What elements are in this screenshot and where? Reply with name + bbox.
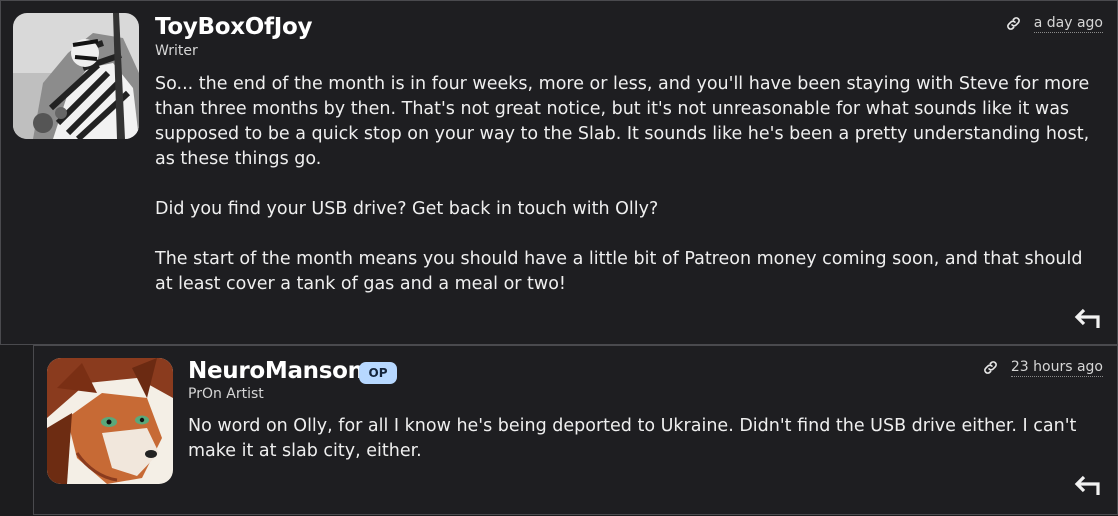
comment-body: No word on Olly, for all I know he's bei… xyxy=(188,414,1088,464)
red-fox-character-avatar xyxy=(47,358,173,484)
op-badge: OP xyxy=(359,362,397,384)
comment-toyboxofjoy: ToyBoxOfJoy Writer a day ago So... the e… xyxy=(0,0,1118,345)
grayscale-striped-character-avatar xyxy=(13,13,139,139)
comment-body: So... the end of the month is in four we… xyxy=(155,72,1105,297)
comment-paragraph: The start of the month means you should … xyxy=(155,249,1083,294)
avatar[interactable] xyxy=(47,358,173,484)
avatar[interactable] xyxy=(13,13,139,139)
comment-paragraph: No word on Olly, for all I know he's bei… xyxy=(188,416,1077,461)
reply-arrow-icon xyxy=(1074,475,1100,495)
link-icon[interactable] xyxy=(1005,15,1022,32)
comment-paragraph: So... the end of the month is in four we… xyxy=(155,74,1090,169)
reply-arrow-icon xyxy=(1074,308,1100,328)
comment-paragraph: Did you find your USB drive? Get back in… xyxy=(155,199,659,219)
reply-button[interactable] xyxy=(1073,474,1101,496)
comment-meta: a day ago xyxy=(1005,14,1103,33)
author-role: PrOn Artist xyxy=(188,386,264,402)
comment-neuromanson: NeuroManson OP PrOn Artist 23 hours ago … xyxy=(33,345,1118,515)
reply-button[interactable] xyxy=(1073,307,1101,329)
comment-meta: 23 hours ago xyxy=(982,358,1103,377)
link-icon[interactable] xyxy=(982,359,999,376)
comment-author[interactable]: NeuroManson xyxy=(188,358,364,384)
timestamp[interactable]: 23 hours ago xyxy=(1010,358,1103,377)
comment-author[interactable]: ToyBoxOfJoy xyxy=(155,14,313,40)
timestamp[interactable]: a day ago xyxy=(1033,14,1103,33)
author-role: Writer xyxy=(155,43,198,59)
